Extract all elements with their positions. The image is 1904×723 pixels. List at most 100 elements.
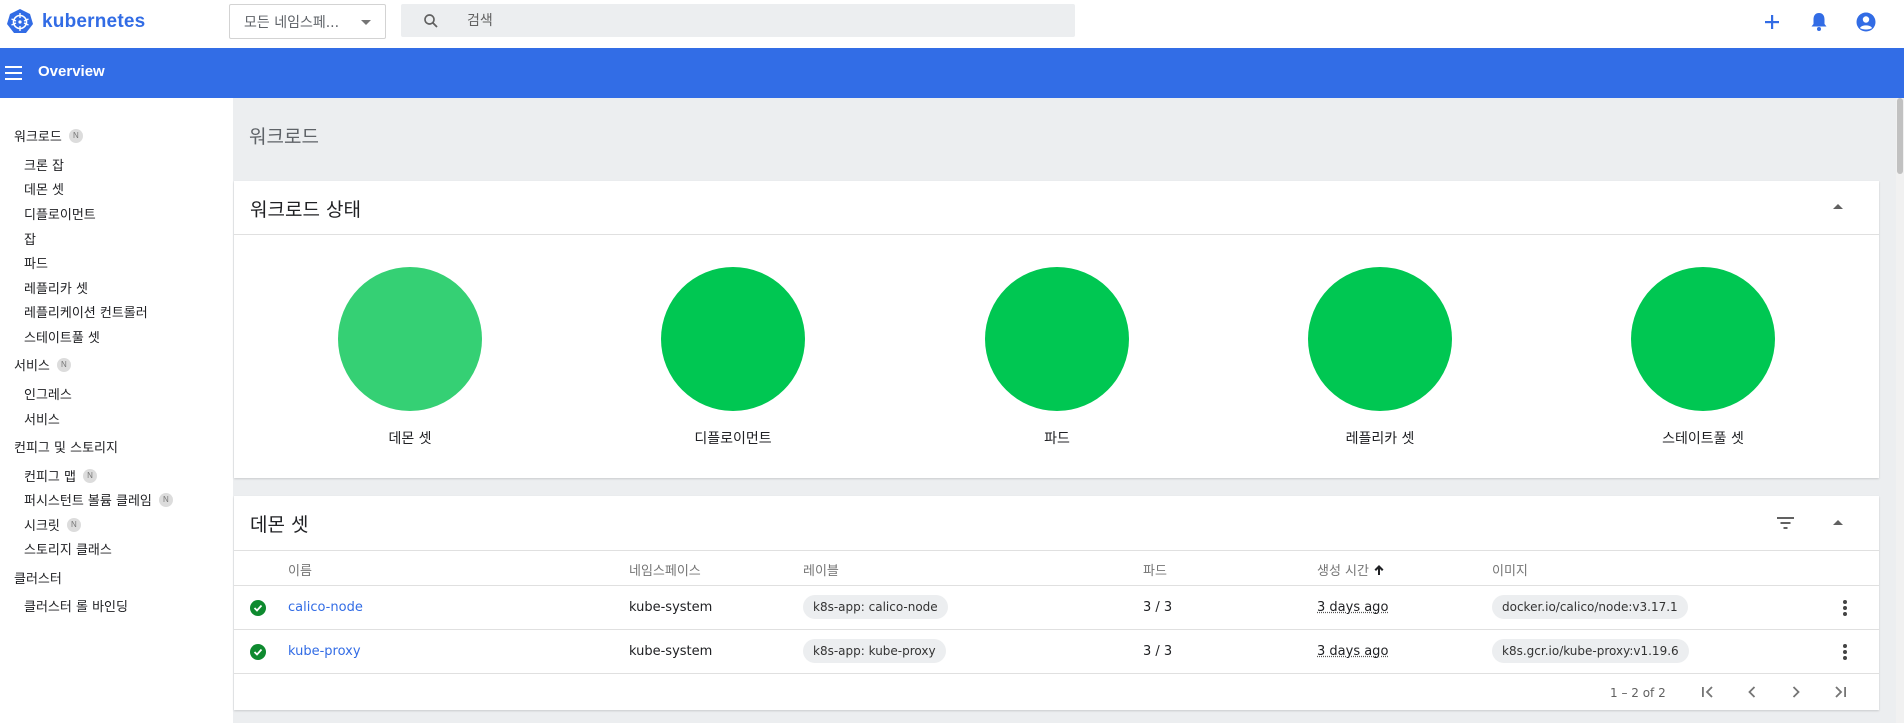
label-chip: k8s-app: calico-node: [803, 595, 948, 619]
namespaced-badge: N: [68, 128, 83, 143]
status-label-deployments: 디플로이먼트: [694, 431, 772, 447]
account-circle-icon[interactable]: [1854, 10, 1878, 34]
status-label-replicasets: 레플리카 셋: [1345, 431, 1415, 447]
column-header-images[interactable]: 이미지: [1492, 560, 1528, 579]
sidebar-item-clusterrolebindings[interactable]: 클러스터 롤 바인딩: [24, 596, 128, 615]
sidebar-item-jobs[interactable]: 잡: [24, 229, 36, 248]
sidebar-item-statefulsets[interactable]: 스테이트풀 셋: [24, 327, 100, 346]
sidebar-item-secrets[interactable]: 시크릿 N: [24, 515, 81, 534]
sidebar-section-label: 서비스: [14, 359, 50, 374]
status-chart-replicasets[interactable]: [1308, 267, 1452, 411]
sidebar-section-label: 클러스터: [14, 572, 62, 587]
column-header-label: 생성 시간: [1317, 564, 1369, 579]
sidebar-item-configmaps[interactable]: 컨피그 맵 N: [24, 466, 97, 485]
namespaced-badge: N: [158, 492, 173, 507]
daemonset-name-link[interactable]: kube-proxy: [288, 644, 361, 659]
filter-icon[interactable]: [1777, 516, 1795, 530]
status-chart-pods[interactable]: [985, 267, 1129, 411]
sidebar-item-label: 시크릿: [24, 519, 60, 534]
sidebar-section-cluster[interactable]: 클러스터: [14, 568, 62, 587]
sidebar-item-ingresses[interactable]: 인그레스: [24, 384, 72, 403]
kubernetes-logo[interactable]: kubernetes: [6, 8, 145, 36]
column-header-labels[interactable]: 레이블: [803, 560, 839, 579]
sidebar-item-replicasets[interactable]: 레플리카 셋: [24, 278, 88, 297]
bell-icon[interactable]: [1807, 10, 1831, 34]
sidebar-item-daemonsets[interactable]: 데몬 셋: [24, 179, 64, 198]
column-header-pods[interactable]: 파드: [1143, 560, 1167, 579]
sidebar-section-config-storage[interactable]: 컨피그 및 스토리지: [14, 437, 118, 456]
namespace-selected-value: 모든 네임스페...: [244, 14, 340, 31]
status-label-pods: 파드: [1044, 431, 1070, 447]
sidebar-section-label: 컨피그 및 스토리지: [14, 441, 118, 456]
sidebar-item-deployments[interactable]: 디플로이먼트: [24, 204, 96, 223]
row-actions-menu-icon[interactable]: [1843, 644, 1847, 660]
first-page-icon[interactable]: [1698, 682, 1718, 702]
page-title: 워크로드: [249, 126, 319, 148]
kubernetes-wheel-icon: [7, 9, 33, 33]
status-chart-statefulsets[interactable]: [1631, 267, 1775, 411]
daemonset-namespace: kube-system: [629, 600, 713, 615]
status-label-statefulsets: 스테이트풀 셋: [1662, 431, 1744, 447]
next-page-icon[interactable]: [1786, 682, 1806, 702]
sidebar-item-label: 스토리지 클래스: [24, 543, 112, 558]
status-chart-deployments[interactable]: [661, 267, 805, 411]
collapse-icon[interactable]: [1833, 520, 1843, 525]
card-title: 데몬 셋: [250, 514, 309, 536]
sidebar-item-label: 퍼시스턴트 볼륨 클레임: [24, 494, 152, 509]
row-divider: [234, 585, 1879, 586]
sidebar-section-label: 워크로드: [14, 130, 62, 145]
daemonset-namespace: kube-system: [629, 644, 713, 659]
sidebar-item-storageclasses[interactable]: 스토리지 클래스: [24, 539, 112, 558]
card-title: 워크로드 상태: [250, 199, 361, 221]
row-divider: [234, 629, 1879, 630]
namespaced-badge: N: [66, 517, 81, 532]
previous-page-icon[interactable]: [1742, 682, 1762, 702]
page-scrollbar[interactable]: [1896, 98, 1904, 723]
sidebar-item-replicationcontrollers[interactable]: 레플리케이션 컨트롤러: [24, 302, 148, 321]
collapse-icon[interactable]: [1833, 204, 1843, 209]
sort-arrow-up-icon: [1374, 564, 1384, 575]
sidebar-section-workloads[interactable]: 워크로드 N: [14, 126, 83, 145]
namespace-selector[interactable]: 모든 네임스페...: [229, 4, 386, 39]
sidebar-item-cronjobs[interactable]: 크론 잡: [24, 155, 64, 174]
daemonset-pods: 3 / 3: [1143, 600, 1173, 615]
status-ok-icon: [250, 600, 266, 616]
status-chart-daemonsets[interactable]: [338, 267, 482, 411]
app-name: kubernetes: [42, 11, 146, 32]
namespaced-badge: N: [82, 468, 97, 483]
daemonset-created: 3 days ago: [1317, 644, 1389, 659]
plus-icon[interactable]: [1760, 10, 1784, 34]
column-header-name[interactable]: 이름: [288, 560, 312, 579]
row-divider: [234, 673, 1879, 674]
sidebar-section-services[interactable]: 서비스 N: [14, 355, 71, 374]
label-chip: k8s-app: kube-proxy: [803, 639, 946, 663]
sidebar-item-pods[interactable]: 파드: [24, 253, 48, 272]
image-chip: k8s.gcr.io/kube-proxy:v1.19.6: [1492, 639, 1689, 663]
last-page-icon[interactable]: [1830, 682, 1850, 702]
image-chip: docker.io/calico/node:v3.17.1: [1492, 595, 1688, 619]
namespaced-badge: N: [56, 357, 71, 372]
column-header-namespace[interactable]: 네임스페이스: [629, 560, 701, 579]
search-input[interactable]: [467, 10, 1057, 32]
sidebar: 워크로드 N 크론 잡 데몬 셋 디플로이먼트 잡 파드 레플리카 셋 레플리케…: [0, 98, 233, 723]
workload-status-card: 워크로드 상태 데몬 셋 디플로이먼트 파드 레플리카 셋 스테이트풀 셋: [234, 181, 1879, 478]
card-divider: [234, 234, 1879, 235]
daemonset-created: 3 days ago: [1317, 600, 1389, 615]
daemonset-pods: 3 / 3: [1143, 644, 1173, 659]
pagination-range: 1 – 2 of 2: [1610, 686, 1666, 700]
header-title: Overview: [38, 63, 105, 80]
daemonset-name-link[interactable]: calico-node: [288, 600, 363, 615]
dropdown-caret-icon: [361, 20, 371, 25]
search-icon: [424, 14, 438, 28]
hamburger-menu-icon[interactable]: [5, 64, 23, 82]
scrollbar-thumb[interactable]: [1897, 98, 1903, 174]
row-actions-menu-icon[interactable]: [1843, 600, 1847, 616]
search-box[interactable]: [401, 4, 1075, 37]
sidebar-item-services[interactable]: 서비스: [24, 409, 60, 428]
top-bar: kubernetes 모든 네임스페...: [0, 0, 1904, 48]
sidebar-item-label: 컨피그 맵: [24, 470, 76, 485]
column-header-created[interactable]: 생성 시간: [1317, 560, 1385, 579]
status-ok-icon: [250, 644, 266, 660]
sidebar-item-pvcs[interactable]: 퍼시스턴트 볼륨 클레임 N: [24, 490, 173, 509]
status-label-daemonsets: 데몬 셋: [388, 431, 432, 447]
